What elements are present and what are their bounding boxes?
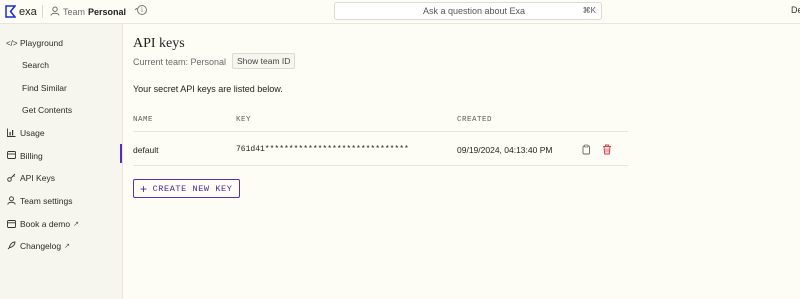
keys-description: Your secret API keys are listed below. bbox=[133, 84, 283, 94]
user-menu[interactable]: De bbox=[791, 5, 800, 15]
sidebar-item-team-settings[interactable]: Team settings bbox=[0, 193, 123, 209]
create-button-label: CREATE NEW KEY bbox=[152, 183, 233, 194]
exa-logo-icon bbox=[5, 5, 17, 18]
logo-text: exa bbox=[19, 5, 37, 18]
team-value: Personal bbox=[88, 6, 127, 17]
sidebar-item-label: Playground bbox=[20, 38, 64, 48]
search-shortcut: ⌘K bbox=[582, 6, 596, 15]
sidebar-item-label: Billing bbox=[20, 151, 43, 161]
external-link-icon: ↗ bbox=[64, 243, 70, 250]
team-switcher[interactable]: Team Personal ⌃ bbox=[50, 5, 140, 18]
search-input[interactable]: Ask a question about Exa ⌘K bbox=[334, 2, 602, 20]
exa-logo[interactable]: exa bbox=[5, 5, 37, 18]
key-created-date: 09/19/2024, 04:13:40 PM bbox=[457, 145, 553, 155]
sidebar-item-label: Get Contents bbox=[22, 105, 73, 115]
column-header-name: NAME bbox=[133, 116, 154, 124]
delete-icon[interactable] bbox=[602, 144, 612, 155]
calendar-icon bbox=[6, 219, 16, 230]
current-team-text: Current team: Personal bbox=[133, 57, 227, 67]
page-title: API keys bbox=[133, 36, 185, 51]
info-icon[interactable]: i bbox=[137, 5, 147, 15]
sidebar-item-label: API Keys bbox=[20, 173, 55, 183]
team-person-icon bbox=[50, 6, 60, 18]
header-divider bbox=[42, 5, 43, 18]
table-divider bbox=[133, 131, 628, 132]
search-placeholder: Ask a question about Exa bbox=[423, 6, 526, 16]
sidebar-item-label: Usage bbox=[20, 128, 45, 138]
key-masked-value: 761d41****************************** bbox=[236, 145, 409, 154]
active-nav-indicator bbox=[120, 144, 122, 163]
sidebar-item-billing[interactable]: Billing bbox=[0, 148, 123, 164]
show-team-id-button[interactable]: Show team ID bbox=[232, 53, 296, 69]
external-link-icon: ↗ bbox=[73, 221, 79, 228]
sidebar-item-search[interactable]: Search bbox=[0, 57, 123, 73]
sidebar-item-label: Search bbox=[22, 60, 49, 70]
sidebar-item-label: Team settings bbox=[20, 196, 73, 206]
sidebar-item-usage[interactable]: Usage bbox=[0, 125, 123, 141]
sidebar-item-label: Book a demo bbox=[20, 219, 71, 229]
plus-icon: + bbox=[140, 181, 148, 196]
team-label: Team bbox=[63, 6, 86, 17]
sidebar-item-playground[interactable]: </> Playground bbox=[0, 35, 123, 51]
column-header-key: KEY bbox=[236, 116, 252, 124]
column-header-created: CREATED bbox=[457, 116, 493, 124]
code-icon: </> bbox=[6, 38, 18, 48]
key-name: default bbox=[133, 145, 159, 155]
table-divider bbox=[133, 165, 628, 166]
sidebar: </> Playground Search Find Similar Get C… bbox=[0, 24, 123, 299]
key-icon bbox=[6, 173, 16, 184]
sidebar-item-find-similar[interactable]: Find Similar bbox=[0, 80, 123, 96]
rocket-icon bbox=[6, 241, 16, 252]
sidebar-item-get-contents[interactable]: Get Contents bbox=[0, 102, 123, 118]
bar-chart-icon bbox=[6, 128, 16, 139]
sidebar-item-api-keys[interactable]: API Keys bbox=[0, 170, 123, 186]
copy-icon[interactable] bbox=[581, 144, 591, 155]
card-icon bbox=[6, 151, 16, 161]
sidebar-item-book-demo[interactable]: Book a demo ↗ bbox=[0, 216, 123, 232]
create-new-key-button[interactable]: + CREATE NEW KEY bbox=[133, 179, 240, 198]
sidebar-item-changelog[interactable]: Changelog ↗ bbox=[0, 238, 123, 254]
top-bar: exa Team Personal ⌃ i Ask a question abo… bbox=[0, 0, 800, 24]
sidebar-item-label: Changelog bbox=[20, 241, 62, 251]
sidebar-item-label: Find Similar bbox=[22, 83, 67, 93]
person-icon bbox=[6, 195, 16, 207]
